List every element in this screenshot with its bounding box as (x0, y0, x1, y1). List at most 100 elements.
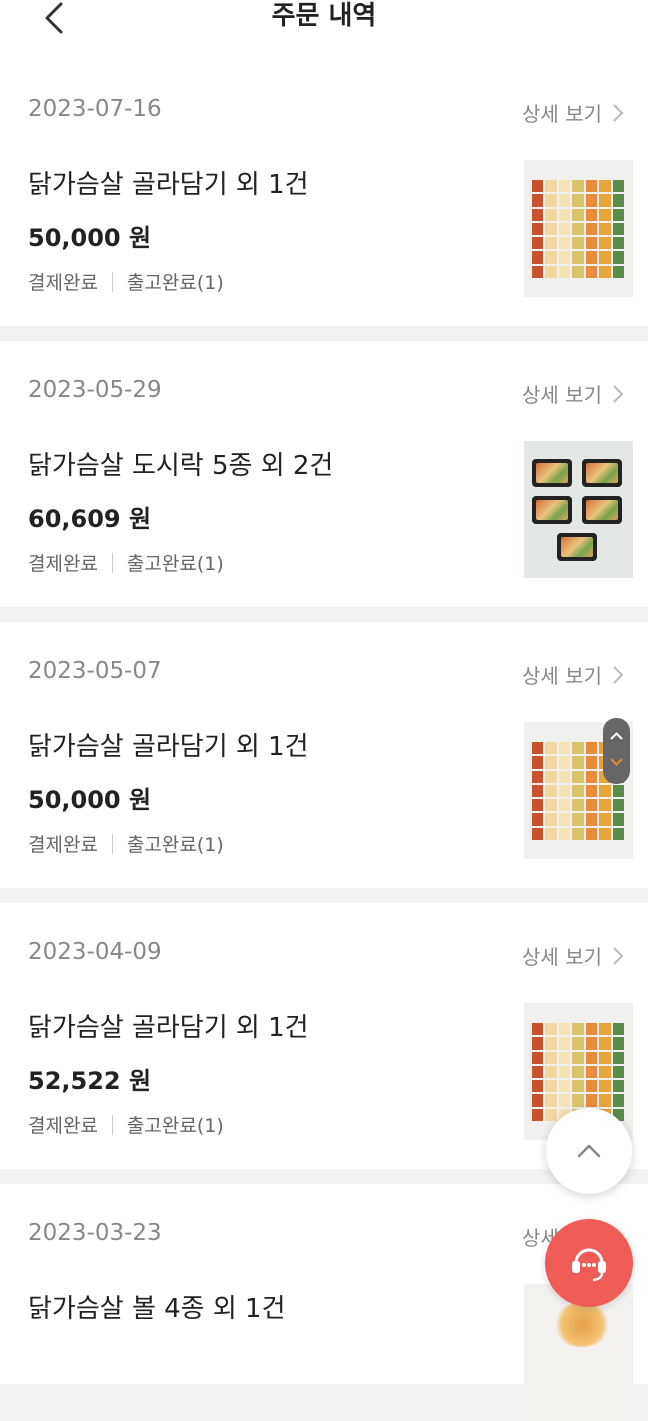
pack-tile (585, 1037, 598, 1050)
lunchbox-set-image (524, 441, 633, 578)
scroll-to-top-button[interactable] (546, 1108, 632, 1194)
view-detail-label: 상세 보기 (522, 945, 602, 969)
pack-tile (599, 222, 611, 236)
pack-tile (612, 1094, 624, 1107)
product-name: 닭가슴살 도시락 5종 외 2건 (28, 451, 334, 481)
pack-tile (545, 180, 557, 193)
pack-tile (599, 237, 611, 250)
customer-support-button[interactable] (545, 1219, 633, 1307)
pack-tile (599, 1051, 611, 1064)
pack-tile (599, 1037, 611, 1050)
pack-tile (545, 251, 557, 264)
pack-tile (532, 1080, 544, 1093)
view-detail-link[interactable]: 상세 보기 (522, 660, 624, 689)
pack-tile (572, 1037, 584, 1050)
pack-tile (599, 827, 611, 840)
pack-tile (599, 251, 611, 264)
pack-tile (558, 756, 571, 769)
pack-tile (572, 784, 584, 798)
pack-tile (532, 222, 544, 236)
pack-tile (612, 813, 624, 826)
pack-tile (558, 1051, 571, 1064)
pack-tile (585, 784, 598, 798)
pack-tile (585, 237, 598, 250)
product-name: 닭가슴살 골라담기 외 1건 (28, 1013, 309, 1043)
shipping-status: 출고완료(1) (126, 1115, 224, 1137)
product-thumbnail[interactable] (524, 160, 633, 297)
pack-tile (558, 180, 571, 193)
pack-tile (558, 1023, 571, 1036)
pack-tile (545, 770, 557, 783)
pack-tile (572, 813, 584, 826)
order-status: 결제완료 출고완료(1) (28, 1111, 224, 1138)
pack-tile (532, 237, 544, 250)
pack-tile (532, 1023, 544, 1036)
shipping-status: 출고완료(1) (126, 553, 224, 575)
pack-tile (532, 813, 544, 826)
order-list: 2023-07-16 상세 보기 닭가슴살 골라담기 외 1건 50,000 원… (0, 60, 648, 1421)
order-date: 2023-05-29 (28, 377, 162, 403)
pack-tile (532, 827, 544, 840)
pack-tile (545, 1094, 557, 1107)
order-date: 2023-07-16 (28, 96, 162, 122)
chevron-down-icon (610, 758, 623, 766)
product-thumbnail[interactable] (524, 441, 633, 578)
pack-tile (558, 237, 571, 250)
pack-tile (532, 1051, 544, 1064)
pack-tile (612, 1080, 624, 1093)
order-price: 50,000 원 (28, 786, 152, 814)
pack-tile (599, 1065, 611, 1079)
pack-tile (599, 1080, 611, 1093)
pack-tile (545, 799, 557, 812)
pack-tile (585, 208, 598, 221)
pack-tile (572, 208, 584, 221)
pack-tile (558, 208, 571, 221)
pack-tile (572, 265, 584, 278)
pack-tile (585, 1051, 598, 1064)
pack-tile (585, 813, 598, 826)
pack-tile (545, 194, 557, 207)
pack-tile (532, 1065, 544, 1079)
pack-tile (572, 799, 584, 812)
product-name: 닭가슴살 골라담기 외 1건 (28, 732, 309, 762)
view-detail-link[interactable]: 상세 보기 (522, 941, 624, 970)
shipping-status: 출고완료(1) (126, 272, 224, 294)
order-date: 2023-05-07 (28, 658, 162, 684)
pack-tile (558, 813, 571, 826)
view-detail-link[interactable]: 상세 보기 (522, 379, 624, 408)
pack-tile (612, 799, 624, 812)
pack-tile (545, 1080, 557, 1093)
view-detail-link[interactable]: 상세 보기 (522, 98, 624, 127)
scroll-indicator[interactable] (603, 718, 630, 784)
view-detail-label: 상세 보기 (522, 102, 602, 126)
pack-tile (545, 1065, 557, 1079)
payment-status: 결제완료 (28, 272, 98, 294)
order-price: 52,522 원 (28, 1067, 152, 1095)
order-date: 2023-04-09 (28, 939, 162, 965)
pack-tile (545, 742, 557, 755)
assorted-pack-image (532, 1023, 624, 1121)
payment-status: 결제완료 (28, 553, 98, 575)
pack-tile (558, 222, 571, 236)
pack-tile (585, 265, 598, 278)
pack-tile (558, 251, 571, 264)
pack-tile (572, 770, 584, 783)
pack-tile (612, 827, 624, 840)
order-price: 50,000 원 (28, 224, 152, 252)
pack-tile (532, 784, 544, 798)
pack-tile (599, 208, 611, 221)
pack-tile (599, 1023, 611, 1036)
pack-tile (558, 742, 571, 755)
shipping-status: 출고완료(1) (126, 834, 224, 856)
pack-tile (599, 784, 611, 798)
pack-tile (599, 1094, 611, 1107)
pack-tile (612, 208, 624, 221)
pack-tile (572, 1023, 584, 1036)
pack-tile (585, 180, 598, 193)
pack-tile (612, 1051, 624, 1064)
chevron-right-icon (613, 665, 624, 684)
divider (111, 1114, 113, 1135)
pack-tile (532, 770, 544, 783)
pack-tile (558, 1094, 571, 1107)
pack-tile (545, 237, 557, 250)
